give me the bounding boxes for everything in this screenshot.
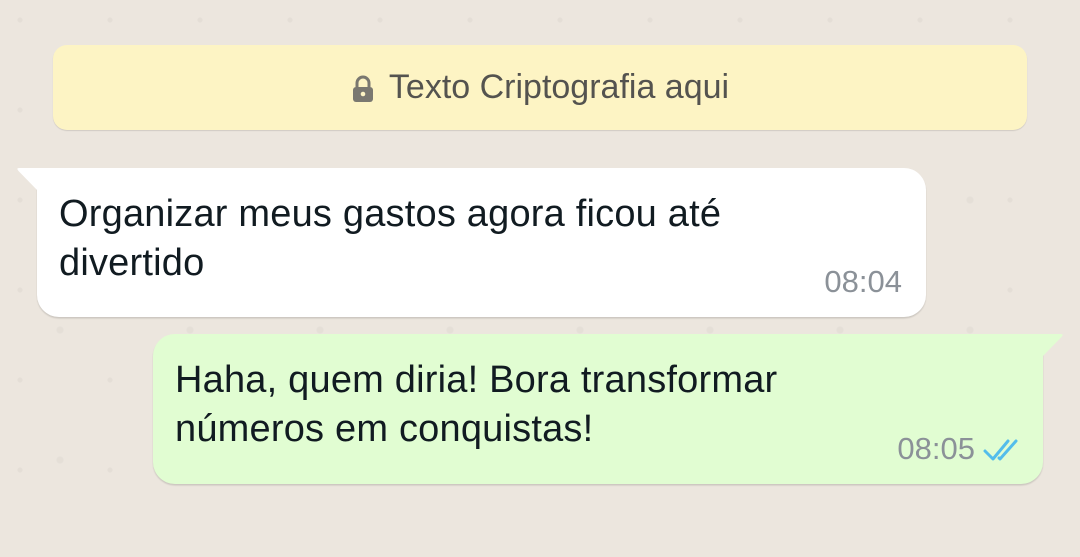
message-text: Organizar meus gastos agora ficou até di… [59,193,722,284]
message-meta: 08:04 [824,265,902,299]
bubble-tail [17,168,39,192]
bubble-tail [1041,334,1063,358]
chat-background: Texto Criptografia aqui Organizar meus g… [0,0,1080,557]
encryption-notice-text: Texto Criptografia aqui [388,68,730,106]
message-time: 08:05 [897,431,975,466]
encryption-notice[interactable]: Texto Criptografia aqui [53,45,1027,130]
message-text: Haha, quem diria! Bora transformar númer… [175,359,778,450]
lock-icon [351,73,375,102]
message-meta: 08:05 [897,432,1023,466]
message-bubble-outgoing[interactable]: Haha, quem diria! Bora transformar númer… [153,334,1063,484]
double-check-icon [983,436,1023,462]
message-bubble-incoming[interactable]: Organizar meus gastos agora ficou até di… [17,168,926,317]
message-time: 08:04 [824,264,902,299]
